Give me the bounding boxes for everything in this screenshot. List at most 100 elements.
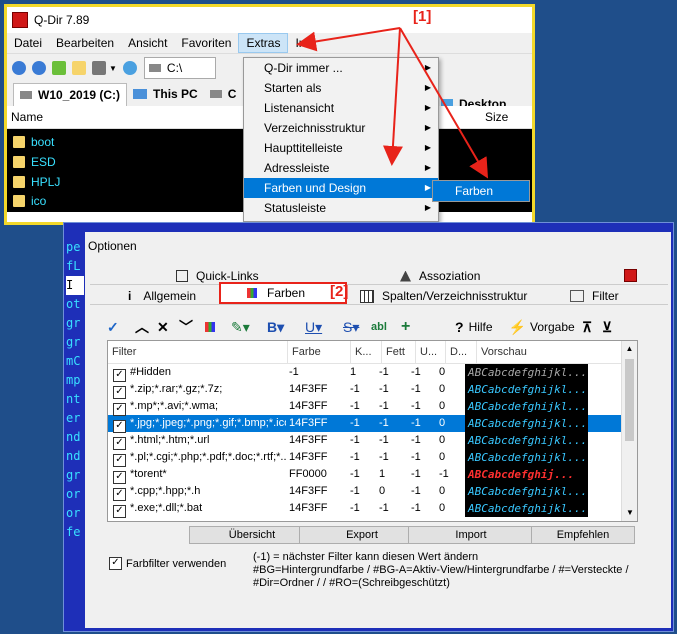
scroll-down-icon[interactable]: ▼ xyxy=(622,505,638,521)
col-k[interactable]: K... xyxy=(351,341,382,363)
move-down-icon[interactable]: ﹀ xyxy=(179,317,205,337)
table-row[interactable]: ✓ *.mp*;*.avi;*.wma; 14F3FF -1 -1 -1 0 ABCabcde… xyxy=(108,398,637,416)
menu-extras[interactable]: Extras xyxy=(238,33,289,53)
tab-this-pc[interactable]: This PC xyxy=(127,83,204,105)
cell-preview: ABCabcdefghijkl... xyxy=(465,483,588,500)
import-button[interactable]: Import xyxy=(408,526,534,544)
strip-text: fL xyxy=(66,259,81,273)
refresh-icon[interactable] xyxy=(122,61,137,75)
col-vorschau[interactable]: Vorschau xyxy=(477,341,581,363)
chevron-down-icon[interactable]: ▼ xyxy=(109,64,117,73)
scroll-thumb[interactable] xyxy=(625,359,634,441)
forward-icon[interactable] xyxy=(32,61,46,75)
farben-submenu: Farben xyxy=(432,180,530,202)
note-line: #BG=Hintergrundfarbe / #BG-A=Aktiv-View/… xyxy=(253,564,629,576)
left-strip: pe fL I ot gr gr mC mp nt er nd nd gr or… xyxy=(66,238,84,542)
tab-allgemein[interactable]: i Allgemein xyxy=(128,287,196,305)
menu-label: Farben und Design xyxy=(264,181,367,195)
menu-ansicht[interactable]: Ansicht xyxy=(121,33,174,53)
table-scrollbar[interactable]: ▲ ▼ xyxy=(621,341,637,521)
column-name[interactable]: Name xyxy=(7,110,43,124)
delete-icon[interactable]: ✕ xyxy=(157,319,179,336)
chevron-right-icon: ▶ xyxy=(424,163,431,172)
help-label[interactable]: Hilfe xyxy=(469,320,509,334)
table-row[interactable]: ✓ *torent* FF0000 -1 1 -1 -1 ABCabcdefghij... xyxy=(108,466,637,484)
menu-item-verzeichnisstruktur[interactable]: Verzeichnisstruktur ▶ xyxy=(244,118,438,138)
table-row[interactable]: ✓ *.pl;*.cgi;*.php;*.pdf;*.doc;*.rtf;*...… xyxy=(108,449,637,467)
underline-icon[interactable]: U▾ xyxy=(305,319,343,336)
collapse-up-icon[interactable]: ⊼ xyxy=(582,319,602,336)
col-d[interactable]: D... xyxy=(446,341,477,363)
back-icon[interactable] xyxy=(12,61,26,75)
table-row-selected[interactable]: ✓ *.jpg;*.jpeg;*.png;*.gif;*.bmp;*.ico 14F… xyxy=(108,415,637,433)
menu-item-starten-als[interactable]: Starten als ▶ xyxy=(244,78,438,98)
address-bar[interactable]: C:\ xyxy=(143,57,216,79)
menu-info[interactable]: Info xyxy=(288,33,322,53)
menu-item-adressleiste[interactable]: Adressleiste ▶ xyxy=(244,158,438,178)
vorgabe-label[interactable]: Vorgabe xyxy=(530,320,582,334)
strip-text: mp xyxy=(66,373,81,387)
bold-icon[interactable]: B▾ xyxy=(267,319,305,336)
address-text: C:\ xyxy=(166,61,183,75)
up-icon[interactable] xyxy=(52,61,66,75)
help-icon[interactable]: ? xyxy=(455,319,464,335)
color-icon[interactable] xyxy=(205,319,231,335)
lightning-icon[interactable]: ⚡ xyxy=(509,319,526,336)
menu-favoriten[interactable]: Favoriten xyxy=(174,33,238,53)
col-fett[interactable]: Fett xyxy=(382,341,416,363)
menu-bearbeiten[interactable]: Bearbeiten xyxy=(49,33,121,53)
table-row[interactable]: ✓ *.exe;*.dll;*.bat 14F3FF -1 -1 -1 0 ABCabcdef… xyxy=(108,500,637,518)
pen-color-icon[interactable]: ✎▾ xyxy=(231,319,267,336)
menu-item-statusleiste[interactable]: Statusleiste ▶ xyxy=(244,198,438,218)
menu-item-haupttitelleiste[interactable]: Haupttitelleiste ▶ xyxy=(244,138,438,158)
tab-c[interactable]: C xyxy=(204,83,243,105)
move-up-icon[interactable]: ︿ xyxy=(135,317,157,337)
checkmark-icon[interactable]: ✓ xyxy=(107,319,135,336)
view-icon[interactable] xyxy=(92,61,106,75)
empfehlen-button[interactable]: Empfehlen xyxy=(531,526,635,544)
cell-preview: ABCabcdefghijkl... xyxy=(465,364,588,381)
menu-datei[interactable]: Datei xyxy=(7,33,49,53)
tab-farben[interactable]: Farben xyxy=(219,282,347,304)
menu-item-farben-und-design[interactable]: Farben und Design ▶ xyxy=(244,178,438,198)
table-row[interactable]: ✓ *.zip;*.rar;*.gz;*.7z; 14F3FF -1 -1 -1 0 ABCa… xyxy=(108,381,637,399)
col-farbe[interactable]: Farbe xyxy=(288,341,351,363)
abbrev-icon[interactable]: abl xyxy=(371,321,401,333)
table-row[interactable]: ✓ #Hidden -1 1 -1 -1 0 ABCabcdefghijkl... xyxy=(108,364,637,382)
add-icon[interactable]: + xyxy=(401,318,455,336)
computer-icon xyxy=(133,89,148,99)
table-row[interactable]: ✓ *.cpp;*.hpp;*.h 14F3FF -1 0 -1 0 ABCabcdefghi… xyxy=(108,483,637,501)
col-filter[interactable]: Filter xyxy=(108,341,288,363)
tab-w10[interactable]: W10_2019 (C:) xyxy=(13,82,128,106)
menu-item-listenansicht[interactable]: Listenansicht ▶ xyxy=(244,98,438,118)
col-u[interactable]: U... xyxy=(416,341,446,363)
row-checkbox[interactable]: ✓ xyxy=(113,504,126,518)
tab-label: Spalten/Verzeichnisstruktur xyxy=(382,289,528,303)
menu-item-qdir-immer[interactable]: Q-Dir immer ... ▶ xyxy=(244,58,438,78)
tab-assoziation[interactable]: Assoziation xyxy=(400,267,480,285)
help-note: (-1) = nächster Filter kann diesen Wert … xyxy=(253,551,629,590)
tab-spalten[interactable]: Spalten/Verzeichnisstruktur xyxy=(360,287,527,305)
table-row[interactable]: ✓ *.html;*.htm;*.url 14F3FF -1 -1 -1 0 ABCabcde… xyxy=(108,432,637,450)
new-folder-icon[interactable] xyxy=(72,61,86,75)
farbfilter-checkbox[interactable]: ✓ xyxy=(109,557,122,570)
drive-icon xyxy=(209,90,222,98)
menu-label: Adressleiste xyxy=(264,161,330,175)
scroll-up-icon[interactable]: ▲ xyxy=(622,341,637,357)
export-button[interactable]: Export xyxy=(299,526,425,544)
cell-u: -1 xyxy=(411,451,421,463)
submenu-item-farben[interactable]: Farben xyxy=(433,181,529,201)
column-size[interactable]: Size xyxy=(485,110,508,124)
cell-farbe: 14F3FF xyxy=(289,383,328,395)
expand-down-icon[interactable]: ⊻ xyxy=(602,319,612,336)
strikethrough-icon[interactable]: S▾ xyxy=(343,319,371,336)
item-label: boot xyxy=(31,135,55,149)
filter-text: *.html;*.htm;*.url xyxy=(130,433,210,446)
uebersicht-button[interactable]: Übersicht xyxy=(189,526,315,544)
cell-k: -1 xyxy=(350,451,360,463)
tab-filter[interactable]: Filter xyxy=(570,287,619,305)
farbfilter-checkbox-row[interactable]: ✓ Farbfilter verwenden xyxy=(107,557,226,570)
cell-u: -1 xyxy=(411,417,421,429)
strip-text: mC xyxy=(66,354,81,368)
chevron-right-icon: ▶ xyxy=(424,123,431,132)
